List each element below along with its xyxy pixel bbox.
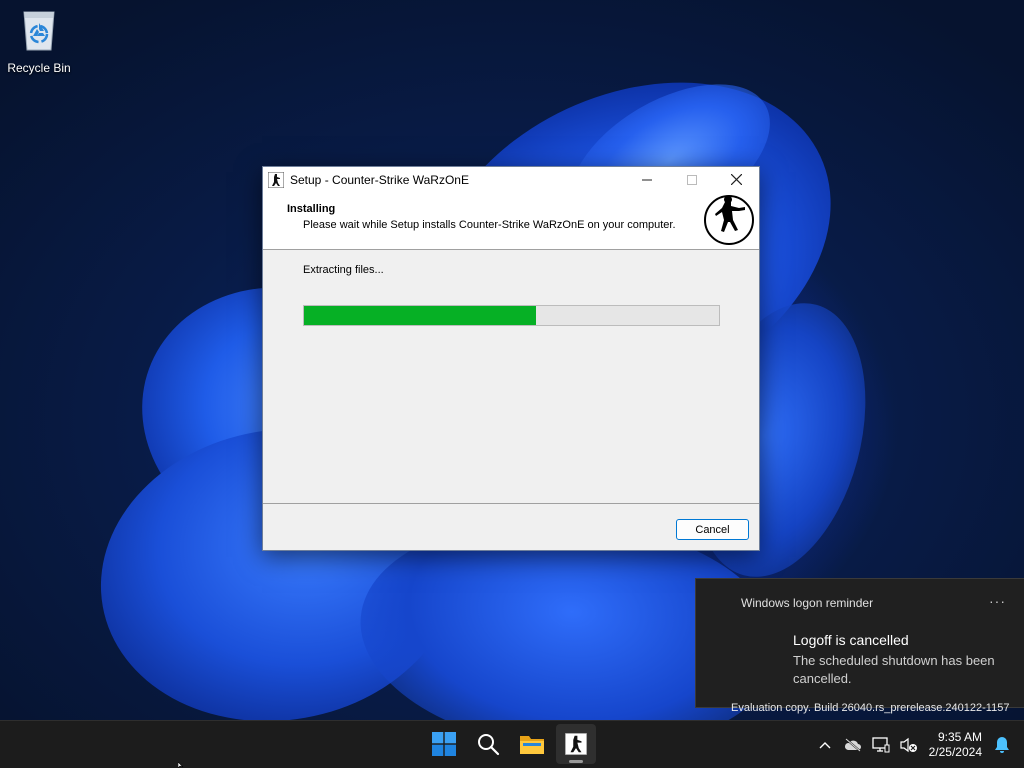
progress-fill (304, 306, 537, 325)
cancel-button[interactable]: Cancel (676, 519, 749, 540)
network-button[interactable] (867, 730, 895, 760)
mouse-cursor-icon (178, 762, 184, 768)
cloud-off-icon (844, 738, 861, 752)
close-icon (731, 174, 742, 185)
maximize-icon (686, 174, 697, 185)
counter-strike-logo-icon (704, 195, 754, 245)
wizard-body: Extracting files... (263, 250, 759, 504)
wizard-header: Installing Please wait while Setup insta… (263, 192, 759, 250)
network-icon (871, 737, 890, 753)
notification-toast[interactable]: Windows logon reminder ··· Logoff is can… (695, 578, 1024, 708)
onedrive-button[interactable] (839, 730, 867, 760)
folder-icon (520, 736, 544, 754)
notification-center-button[interactable] (988, 730, 1016, 760)
recycle-bin-label: Recycle Bin (7, 61, 71, 75)
minimize-icon (641, 179, 652, 180)
recycle-bin-shortcut[interactable]: Recycle Bin (4, 6, 74, 75)
notification-body: The scheduled shutdown has been cancelle… (793, 653, 995, 686)
taskbar: 9:35 AM 2/25/2024 (0, 720, 1024, 768)
evaluation-watermark: Evaluation copy. Build 26040.rs_prerelea… (731, 702, 1010, 714)
wizard-page-title: Installing (287, 203, 336, 215)
wizard-footer: Cancel (263, 503, 759, 550)
clock[interactable]: 9:35 AM 2/25/2024 (929, 730, 982, 760)
system-tray: 9:35 AM 2/25/2024 (811, 721, 1024, 768)
counter-strike-icon (565, 733, 587, 755)
recycle-bin-icon (23, 11, 55, 51)
minimize-button[interactable] (624, 167, 669, 192)
search-button[interactable] (468, 724, 508, 764)
status-text: Extracting files... (303, 264, 384, 276)
setup-window: Setup - Counter-Strike WaRzOnE Installin… (262, 166, 760, 551)
show-hidden-icons-button[interactable] (811, 730, 839, 760)
search-icon (478, 734, 500, 756)
taskbar-apps (424, 724, 596, 764)
counter-strike-setup-button[interactable] (556, 724, 596, 764)
maximize-button (669, 167, 714, 192)
windows-logo-icon (432, 732, 456, 756)
start-button[interactable] (424, 724, 464, 764)
window-title: Setup - Counter-Strike WaRzOnE (290, 172, 469, 187)
chevron-up-icon (819, 742, 831, 749)
install-progress-bar (303, 305, 720, 326)
more-options-icon[interactable]: ··· (989, 593, 1006, 609)
notification-title: Logoff is cancelled (793, 632, 909, 648)
clock-time: 9:35 AM (937, 730, 982, 744)
bell-icon (995, 737, 1009, 753)
wizard-page-subtitle: Please wait while Setup installs Counter… (303, 219, 676, 231)
clock-date: 2/25/2024 (928, 745, 982, 759)
volume-muted-icon (900, 737, 917, 753)
counter-strike-icon (268, 171, 284, 188)
window-titlebar[interactable]: Setup - Counter-Strike WaRzOnE (263, 167, 759, 192)
volume-button[interactable] (895, 730, 923, 760)
notification-app-name: Windows logon reminder (741, 596, 874, 610)
close-button[interactable] (714, 167, 759, 192)
file-explorer-button[interactable] (512, 724, 552, 764)
